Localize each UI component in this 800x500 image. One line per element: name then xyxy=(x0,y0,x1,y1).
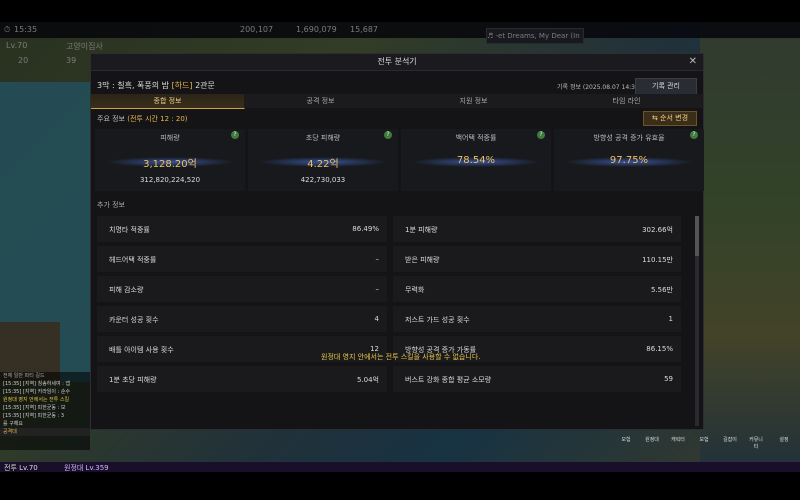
row-key: 치명타 적중률 xyxy=(109,226,150,234)
main-info-label: 주요 정보 xyxy=(97,115,125,123)
table-row: 버스트 강화 종합 평균 소모량 59 xyxy=(393,366,681,392)
menu-item[interactable]: 캐릭터 xyxy=(670,436,686,443)
window-title: 전투 분석기 xyxy=(377,57,417,66)
tab-bar: 종합 정보 공격 정보 지원 정보 타임 라인 xyxy=(91,94,704,109)
table-row: 1분 초당 피해량 5.04억 xyxy=(97,366,387,392)
row-key: 저스트 가드 성공 횟수 xyxy=(405,316,470,324)
chat-tab[interactable]: 일반 xyxy=(14,373,23,379)
menu-icon-bar: 모험 원정대 캐릭터 모험 길잡이 커뮤니티 설정 xyxy=(614,436,800,464)
raid-label: 3막 : 칠흑, 폭풍의 밤 [하드] 2관문 xyxy=(97,80,215,91)
chat-tabs[interactable]: 전체 일반 파티 길드 xyxy=(0,372,90,380)
menu-item[interactable]: 길잡이 xyxy=(722,436,738,443)
table-row: 치명타 적중률 86.49% xyxy=(97,216,387,242)
chat-tab[interactable]: 전체 xyxy=(3,373,12,379)
chat-line: [15:35] [지역] 칭송하세여 : 앱 xyxy=(3,381,71,387)
row-value: 302.66억 xyxy=(642,226,673,234)
help-icon[interactable]: ? xyxy=(537,131,545,139)
menu-item[interactable]: 설정 xyxy=(776,436,792,443)
stat-value: 97.75% xyxy=(609,155,649,166)
row-key: 헤드어택 적중률 xyxy=(109,256,157,264)
chat-tab[interactable]: 길드 xyxy=(35,373,44,379)
table-row: 1분 피해량 302.66억 xyxy=(393,216,681,242)
row-key: 카운터 성공 횟수 xyxy=(109,316,159,324)
help-icon[interactable]: ? xyxy=(231,131,239,139)
row-value: 86.49% xyxy=(352,225,379,233)
row-key: 무력화 xyxy=(405,286,425,294)
row-value: 5.56만 xyxy=(650,286,673,294)
stat-card-dps: 초당 피해량 ? 4.22억 422,730,033 xyxy=(248,129,398,191)
chat-panel: 전체 일반 파티 길드 [15:35] [지역] 칭송하세여 : 앱 [15:3… xyxy=(0,372,90,450)
help-icon[interactable]: ? xyxy=(384,131,392,139)
menu-item[interactable]: 원정대 xyxy=(644,436,660,443)
stat-label: 방향성 공격 증가 유효율 xyxy=(593,134,665,142)
sort-button[interactable]: ⇆ 순서 변경 xyxy=(643,111,697,126)
stat-value: 3,128.20억 xyxy=(143,159,197,170)
scrollbar[interactable] xyxy=(695,216,699,426)
combat-analyzer-window: 전투 분석기 ✕ 3막 : 칠흑, 폭풍의 밤 [하드] 2관문 기록 정보 (… xyxy=(90,53,704,430)
table-row: 저스트 가드 성공 횟수 1 xyxy=(393,306,681,332)
stat-label: 초당 피해량 xyxy=(305,134,341,142)
row-key: 버스트 강화 종합 평균 소모량 xyxy=(405,376,492,384)
stat-card-backattack: 백어택 적중률 ? 78.54% xyxy=(401,129,551,191)
menu-item[interactable]: 커뮤니티 xyxy=(748,436,764,450)
row-key: 1분 초당 피해량 xyxy=(109,376,157,384)
row-value: – xyxy=(375,285,380,293)
row-value: 4 xyxy=(374,315,379,323)
chat-line: [15:35] [지역] 피한균동 : 3 xyxy=(3,413,65,419)
row-value: – xyxy=(375,255,380,263)
menu-item[interactable]: 모험 xyxy=(618,436,634,443)
sort-label: 순서 변경 xyxy=(660,114,689,122)
table-row: 무력화 5.56만 xyxy=(393,276,681,302)
chat-line: 를 구해요 xyxy=(3,421,23,427)
raid-gate: 2관문 xyxy=(195,81,215,90)
chat-tab[interactable]: 파티 xyxy=(25,373,34,379)
chat-line: [15:35] [지역] 카라임이 : 순수 xyxy=(3,389,71,395)
stat-label: 백어택 적중률 xyxy=(455,134,497,142)
stat-subvalue: 422,730,033 xyxy=(300,176,346,184)
row-value: 5.04억 xyxy=(356,376,379,384)
additional-info-header: 추가 정보 xyxy=(97,201,125,209)
table-row: 피해 감소량 – xyxy=(97,276,387,302)
row-key: 배틀 아이템 사용 횟수 xyxy=(109,346,174,354)
stat-card-damage: 피해량 ? 3,128.20억 312,820,224,520 xyxy=(95,129,245,191)
record-manage-button[interactable]: 기록 관리 xyxy=(635,78,697,95)
stat-card-directional: 방향성 공격 증가 유효율 ? 97.75% xyxy=(554,129,704,191)
row-value: 1 xyxy=(668,315,673,323)
chat-line: 원정대 영지 안에서는 전투 스킬 xyxy=(3,397,70,403)
system-notice: 원정대 영지 안에서는 전투 스킬을 사용할 수 없습니다. xyxy=(321,353,481,361)
screen: ⏱ 15:35 200,107 1,690,079 15,687 Lv.70 고… xyxy=(0,0,800,500)
stat-value: 78.54% xyxy=(456,155,496,166)
scrollbar-thumb[interactable] xyxy=(695,216,699,256)
table-row: 카운터 성공 횟수 4 xyxy=(97,306,387,332)
bottom-exp-bar: 전투 Lv.70 원정대 Lv.359 xyxy=(0,462,800,472)
row-value: 86.15% xyxy=(646,345,673,353)
help-icon[interactable]: ? xyxy=(690,131,698,139)
close-icon[interactable]: ✕ xyxy=(689,54,697,70)
table-row: 헤드어택 적중률 – xyxy=(97,246,387,272)
row-key: 받은 피해량 xyxy=(405,256,440,264)
stat-subvalue: 312,820,224,520 xyxy=(139,176,201,184)
tab-summary[interactable]: 종합 정보 xyxy=(91,94,245,109)
chat-line: [15:35] [지역] 피한균동 : 보 xyxy=(3,405,66,411)
row-value: 110.15만 xyxy=(642,256,673,264)
combat-time: (전투 시간 12 : 20) xyxy=(127,115,188,123)
row-key: 피해 감소량 xyxy=(109,286,144,294)
window-titlebar: 전투 분석기 ✕ xyxy=(91,54,703,71)
menu-item[interactable]: 모험 xyxy=(696,436,712,443)
table-row: 받은 피해량 110.15만 xyxy=(393,246,681,272)
tab-attack[interactable]: 공격 정보 xyxy=(244,94,398,108)
row-key: 1분 피해량 xyxy=(405,226,438,234)
main-info-header: 주요 정보 (전투 시간 12 : 20) xyxy=(97,114,188,124)
letterbox-bottom xyxy=(0,472,800,500)
raid-difficulty: [하드] xyxy=(171,81,193,90)
row-value: 59 xyxy=(664,375,673,383)
chat-input[interactable]: 공격대 xyxy=(0,428,90,436)
raid-name: 3막 : 칠흑, 폭풍의 밤 xyxy=(97,81,170,90)
stat-label: 피해량 xyxy=(160,134,180,142)
tab-timeline[interactable]: 타임 라인 xyxy=(550,94,704,108)
tab-support[interactable]: 지원 정보 xyxy=(397,94,551,108)
stat-value: 4.22억 xyxy=(307,159,339,170)
